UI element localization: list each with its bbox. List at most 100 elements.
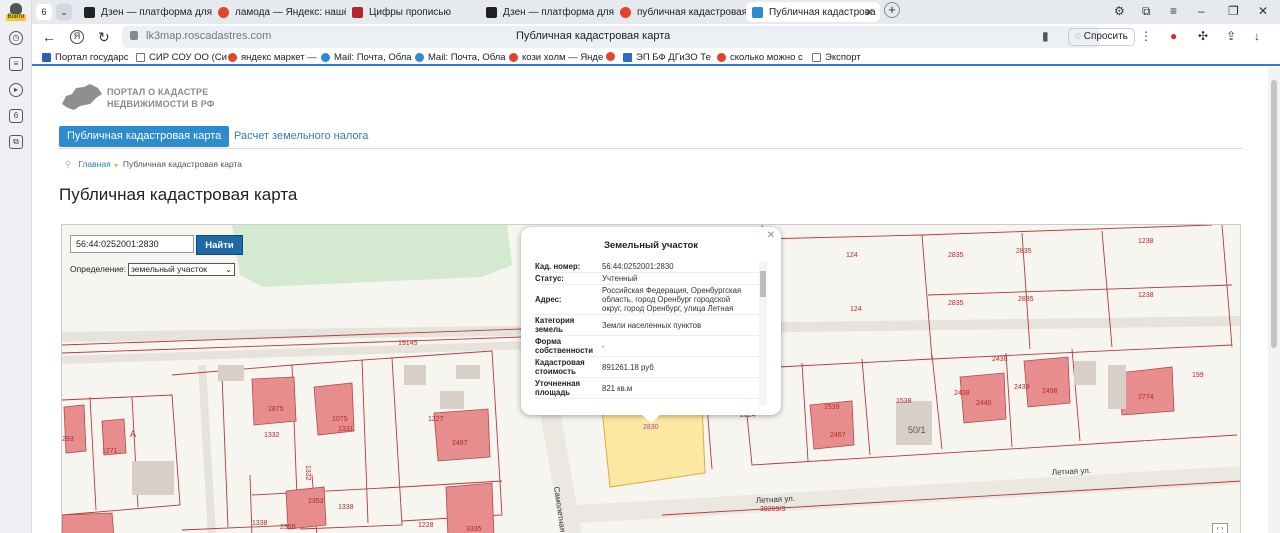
tab-2[interactable]: Цифры прописью xyxy=(346,2,480,22)
info-key: Статус: xyxy=(535,274,564,283)
bookmark-item[interactable]: Mail: Почта, Обла xyxy=(321,52,412,63)
tab-favicon xyxy=(84,6,95,18)
info-row: Форма собственности - xyxy=(535,336,767,357)
bookmark-item[interactable]: кози холм — Янде xyxy=(509,52,603,63)
close-icon[interactable]: ✕ xyxy=(865,6,874,19)
label-199: 199 xyxy=(1192,372,1204,379)
find-button[interactable]: Найти xyxy=(196,235,243,255)
tab-3[interactable]: Дзен — платформа для п xyxy=(480,2,614,22)
bookmark-item[interactable]: Экспорт xyxy=(812,52,861,63)
menu-icon[interactable]: ≡ xyxy=(1170,4,1177,18)
yandex-icon[interactable]: Я xyxy=(70,30,84,44)
label-2875: 2875 xyxy=(268,406,284,413)
ask-label: Спросить xyxy=(1083,31,1128,42)
logo-line-1: ПОРТАЛ О КАДАСТРЕ xyxy=(107,87,209,97)
chevron-down-icon[interactable]: ⌄ xyxy=(56,4,72,20)
settings-icon[interactable]: ⚙ xyxy=(1114,4,1125,18)
label-2774: 2774 xyxy=(1138,394,1154,401)
bookmark-item[interactable] xyxy=(606,52,619,61)
tab-5-active[interactable]: Публичная кадастрова ✕ xyxy=(746,2,880,22)
more-icon[interactable]: ⋮ xyxy=(1140,29,1152,43)
tab-title: Публичная кадастрова xyxy=(769,6,876,18)
url-field[interactable]: lk3map.roscadastres.com Публичная кадаст… xyxy=(122,26,1100,48)
ask-icon: ◌ xyxy=(1075,31,1084,42)
minimize-icon[interactable]: – xyxy=(1198,4,1205,18)
ask-button[interactable]: ◌ Спросить xyxy=(1068,28,1135,46)
bookmark-label: Mail: Почта, Обла xyxy=(428,52,506,63)
bookmark-item[interactable]: ЭП БФ ДГиЗО Те xyxy=(623,52,711,63)
puzzle-icon[interactable]: ✣ xyxy=(1198,29,1208,43)
rail-badge-icon[interactable]: 6 xyxy=(9,109,23,123)
popup-scroll-thumb[interactable] xyxy=(760,271,766,297)
popup-scrollbar[interactable] xyxy=(759,261,767,405)
popup-pointer xyxy=(641,414,661,423)
cadastral-search-input[interactable]: 56:44:0252001:2830 xyxy=(70,235,194,253)
info-row: Кад. номер: 56:44:0252001:2830 xyxy=(535,261,767,273)
cadastral-map[interactable]: 124 124 2835 2835 2835 2835 1238 1238 19… xyxy=(61,224,1241,533)
screenshot-icon[interactable]: ⧉ xyxy=(9,135,23,149)
park-area xyxy=(232,225,512,287)
parcel-info-popup: ✕ Земельный участок Кад. номер: 56:44:025… xyxy=(521,227,781,423)
label-1539: 1539 xyxy=(824,404,840,411)
label-1538: 1538 xyxy=(896,398,912,405)
info-value: Учтенный xyxy=(602,274,638,283)
info-row: Уточненная площадь 821 кв.м xyxy=(535,378,767,399)
yandex-fav-icon xyxy=(228,53,237,62)
label-39209: 39209/3 xyxy=(760,506,785,513)
back-icon[interactable]: ← xyxy=(42,29,56,45)
tab-favicon xyxy=(620,6,631,18)
pin-icon: ⚲ xyxy=(65,159,72,169)
bookmark-icon[interactable]: ▮ xyxy=(1042,29,1049,43)
bookmark-item[interactable]: яндекс маркет — xyxy=(228,52,317,63)
tab-4[interactable]: публичная кадастровая xyxy=(614,2,748,22)
label-1227: 1227 xyxy=(428,416,444,423)
road xyxy=(198,364,216,533)
label-1332: 1332 xyxy=(264,432,280,439)
label-19145: 19145 xyxy=(398,340,418,347)
window-close-icon[interactable]: ✕ xyxy=(1258,4,1268,18)
restore-icon[interactable]: ❐ xyxy=(1228,4,1239,18)
info-key: Кадастровая стоимость xyxy=(535,358,585,376)
profile-button[interactable]: Войти xyxy=(6,3,26,21)
web-page: ПОРТАЛ О КАДАСТРЕ НЕДВИЖИМОСТИ В РФ Публ… xyxy=(32,68,1268,533)
mail-icon xyxy=(415,53,424,62)
menu-cadastral-map[interactable]: Публичная кадастровая карта xyxy=(59,126,230,147)
new-tab-icon[interactable]: + xyxy=(884,2,900,18)
browser-sidebar: Войти ◷ ≡ ▸ 6 ⧉ xyxy=(0,0,32,533)
yandex-fav-icon xyxy=(606,52,615,61)
fullscreen-icon[interactable]: ⛶ xyxy=(1212,523,1228,533)
page-title: Публичная кадастровая карта xyxy=(59,185,298,204)
menu-land-tax[interactable]: Расчет земельного налога xyxy=(234,130,368,142)
breadcrumb-home[interactable]: Главная xyxy=(78,159,110,169)
label-1228: 1228 xyxy=(418,522,434,529)
page-title-text: Публичная кадастровая карта xyxy=(516,30,671,42)
label-1271: 1271 xyxy=(102,448,118,455)
profile-label: Войти xyxy=(6,14,26,21)
info-value: 821 кв.м xyxy=(602,383,633,393)
tab-favicon xyxy=(218,6,229,18)
definition-label: Определение: xyxy=(70,264,127,274)
bookmark-item[interactable]: Портал государс xyxy=(42,52,128,63)
tab-favicon xyxy=(352,6,363,18)
bookmark-manager-icon[interactable]: ⧉ xyxy=(1142,4,1151,19)
bookmark-item[interactable]: сколько можно с xyxy=(717,52,803,63)
tab-1[interactable]: ламода — Яндекс: нашё xyxy=(212,2,346,22)
tab-title: Дзен — платформа для п xyxy=(101,6,212,18)
label-2439: 2439 xyxy=(1014,384,1030,391)
history-icon[interactable]: ◷ xyxy=(9,31,23,45)
tab-count-button[interactable]: 6 xyxy=(36,4,52,20)
tab-0[interactable]: Дзен — платформа для п xyxy=(78,2,212,22)
bookmark-item[interactable]: Mail: Почта, Обла xyxy=(415,52,506,63)
play-icon[interactable]: ▸ xyxy=(9,83,23,97)
download-icon[interactable]: ↓ xyxy=(1254,29,1260,43)
definition-select[interactable]: земельный участок ⌄ xyxy=(128,263,235,276)
popup-title: Земельный участок xyxy=(603,240,699,251)
extension-icon[interactable]: ● xyxy=(1170,29,1177,43)
notes-icon[interactable]: ≡ xyxy=(9,57,23,71)
bookmark-item[interactable]: СИР СОУ ОО (Си xyxy=(136,52,227,63)
bookmark-label: СИР СОУ ОО (Си xyxy=(149,52,227,63)
page-scroll-thumb[interactable] xyxy=(1271,80,1277,348)
share-icon[interactable]: ⇪ xyxy=(1226,29,1236,43)
reload-icon[interactable]: ↻ xyxy=(98,29,110,46)
page-scrollbar[interactable] xyxy=(1268,68,1280,533)
